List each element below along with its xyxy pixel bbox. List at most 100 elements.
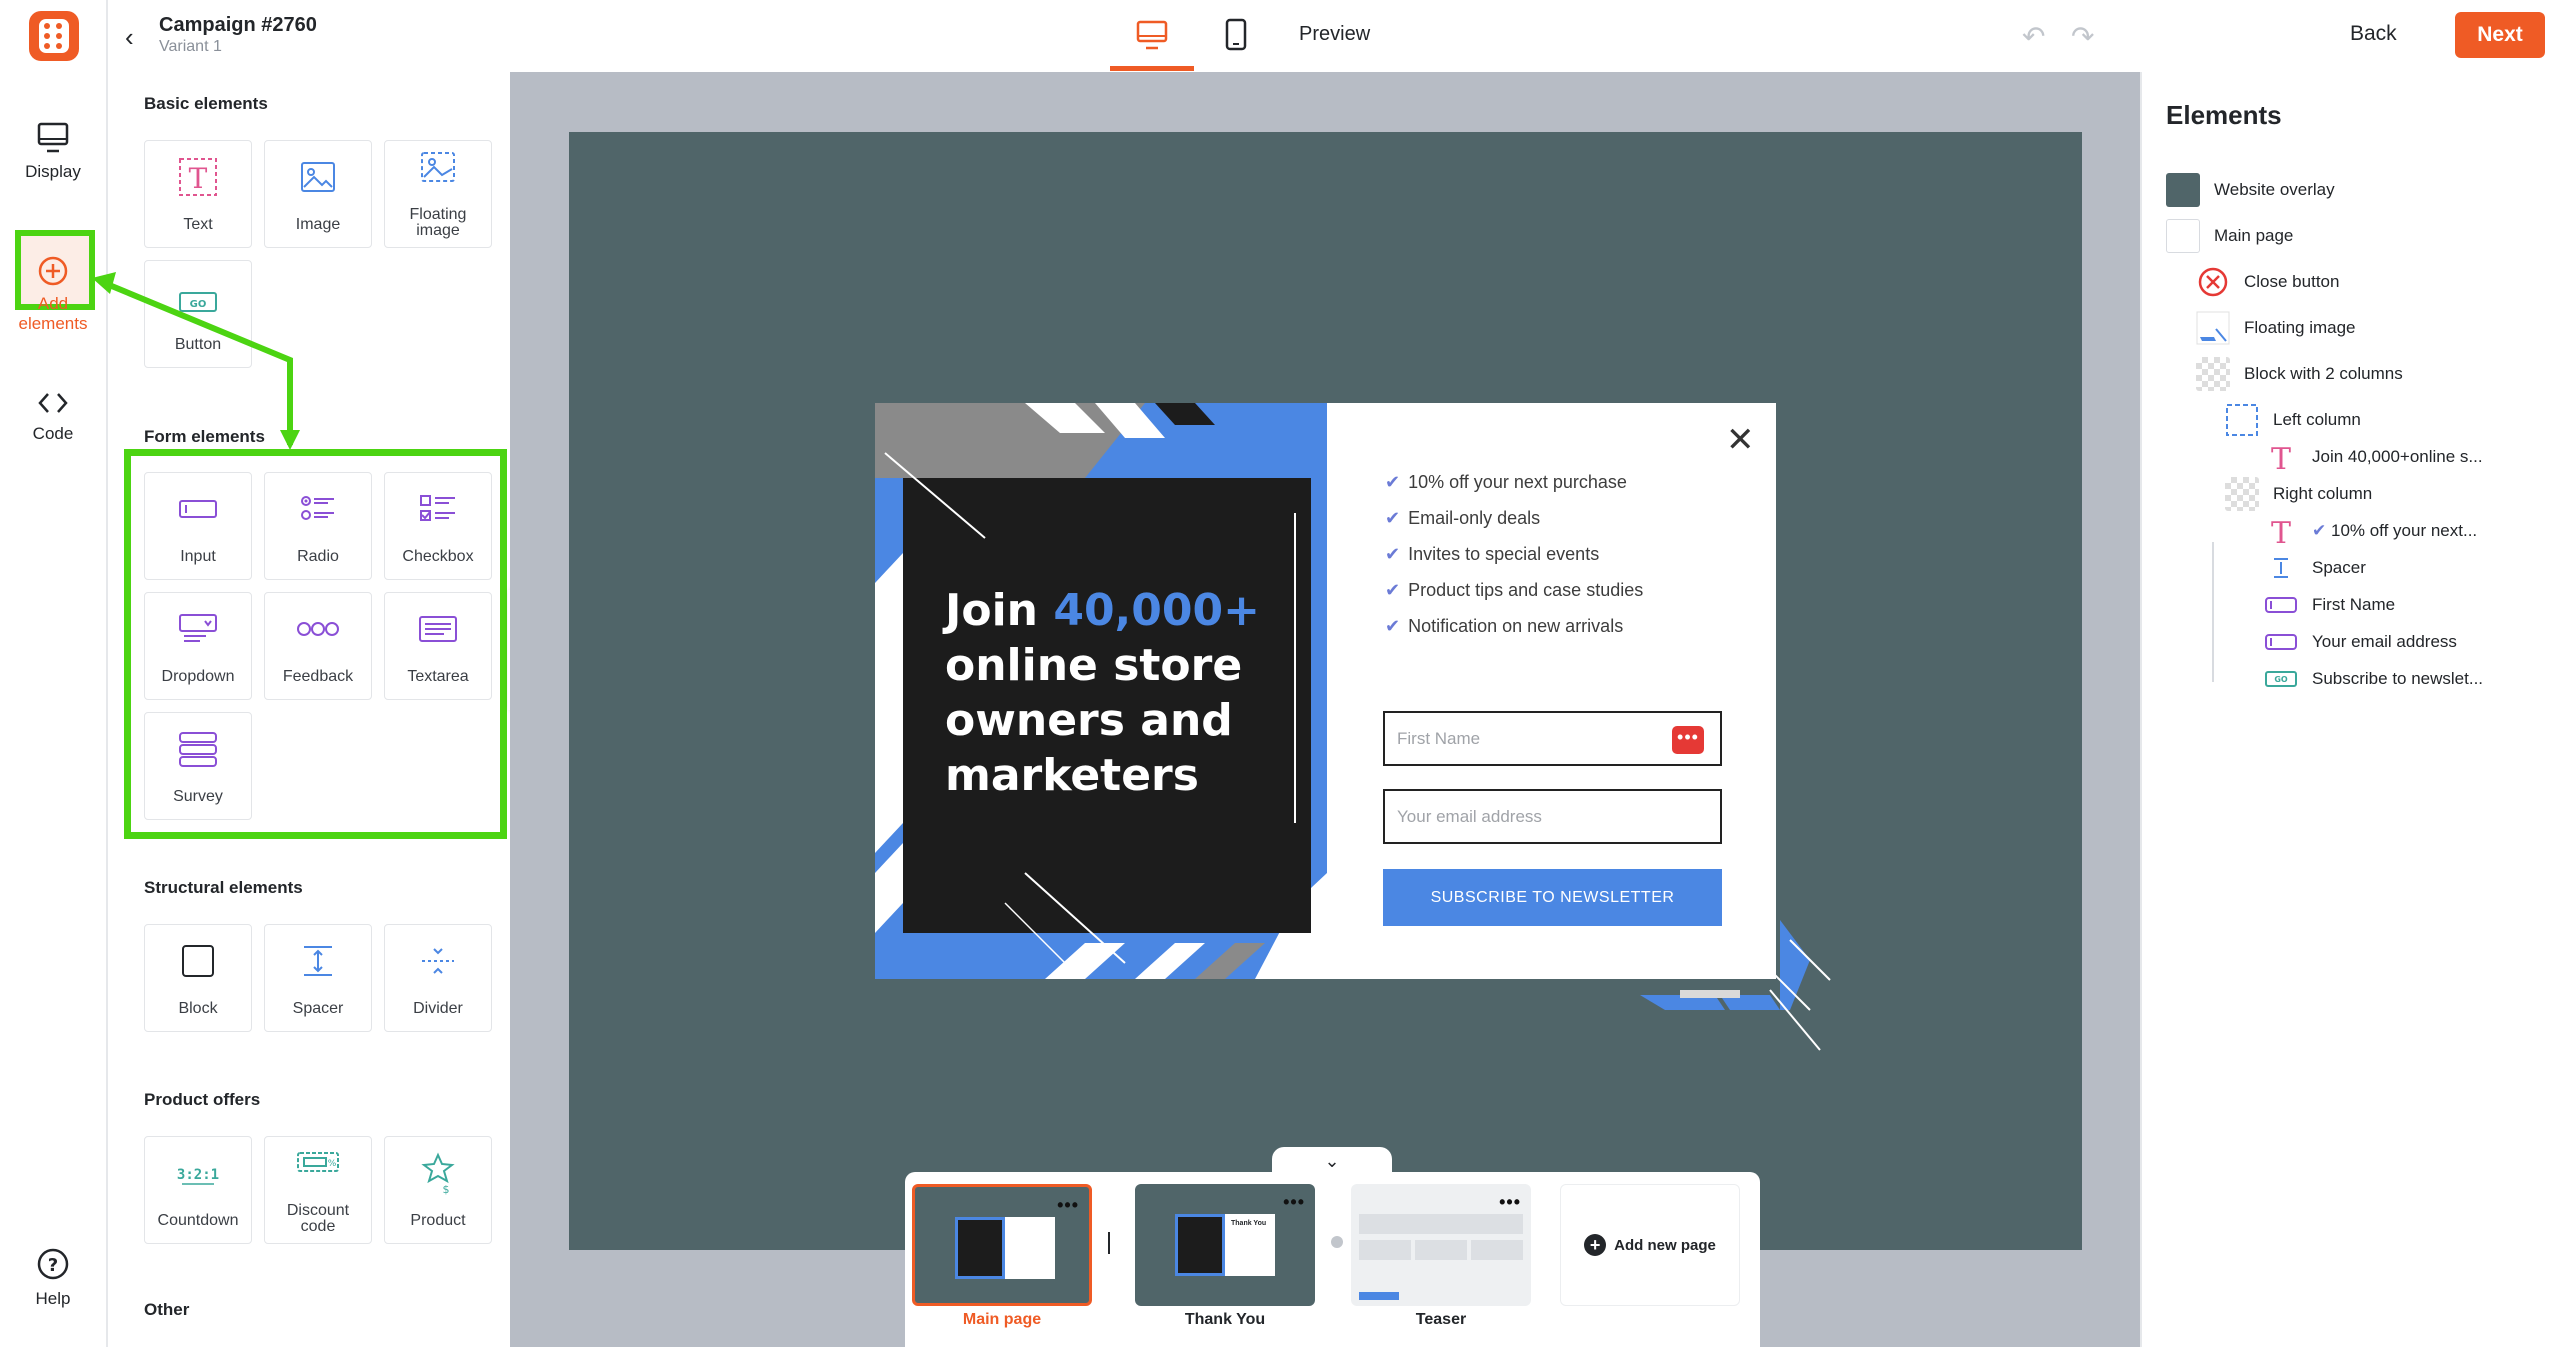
tile-checkbox[interactable]: Checkbox	[384, 472, 492, 580]
more-icon[interactable]: •••	[1057, 1195, 1079, 1216]
layer-email-address[interactable]: Your email address	[2264, 625, 2457, 659]
campaign-title: Campaign #2760	[159, 14, 317, 36]
rail-code-label: Code	[32, 424, 74, 443]
tile-block[interactable]: Block	[144, 924, 252, 1032]
tile-radio-label: Radio	[297, 548, 339, 565]
back-button[interactable]: Back	[2350, 22, 2397, 46]
page-thumb-teaser[interactable]: •••	[1351, 1184, 1531, 1306]
tile-radio[interactable]: Radio	[264, 472, 372, 580]
input-icon	[2265, 597, 2297, 613]
layer-right-column[interactable]: Right column	[2225, 477, 2372, 511]
more-icon[interactable]: •••	[1283, 1192, 1305, 1213]
page-thumb-thank-you[interactable]: Thank You •••	[1135, 1184, 1315, 1306]
teaser-wire-4	[1471, 1240, 1523, 1260]
layer-headline-text[interactable]: T Join 40,000+online s...	[2264, 440, 2483, 474]
pages-toggle[interactable]: ⌄	[1272, 1147, 1392, 1175]
tile-checkbox-label: Checkbox	[402, 548, 474, 565]
svg-text:GO: GO	[2274, 675, 2288, 684]
preview-button[interactable]: Preview	[1299, 23, 1370, 46]
more-icon[interactable]: •••	[1499, 1192, 1521, 1213]
layer-website-overlay[interactable]: Website overlay	[2166, 173, 2335, 207]
floating-image-icon	[421, 152, 455, 182]
section-other: Other	[144, 1300, 190, 1319]
layer-block-2-columns[interactable]: Block with 2 columns	[2196, 357, 2403, 391]
divider-icon	[422, 948, 454, 974]
layer-close-button[interactable]: Close button	[2196, 265, 2339, 299]
image-icon	[301, 162, 335, 192]
plus-icon: +	[1584, 1234, 1607, 1256]
first-name-field[interactable]: First Name •••	[1383, 711, 1722, 766]
close-button[interactable]: ✕	[1726, 423, 1755, 457]
autofill-icon[interactable]: •••	[1672, 726, 1704, 754]
tile-floating-image[interactable]: Floating image	[384, 140, 492, 248]
popup-left-column[interactable]: Join 40,000+ online store owners and mark…	[875, 403, 1327, 979]
tile-block-label: Block	[178, 1000, 218, 1017]
tile-input[interactable]: Input	[144, 472, 252, 580]
tile-divider[interactable]: Divider	[384, 924, 492, 1032]
teaser-tab	[1359, 1292, 1399, 1300]
svg-text:T: T	[2271, 516, 2291, 548]
page-label-teaser[interactable]: Teaser	[1351, 1311, 1531, 1329]
subscribe-button[interactable]: SUBSCRIBE TO NEWSLETTER	[1383, 869, 1722, 926]
back-chevron-icon[interactable]: ‹	[125, 22, 134, 53]
page-thumb-main[interactable]: •••	[912, 1184, 1092, 1306]
teaser-wire-3	[1415, 1240, 1467, 1260]
tile-discount-code[interactable]: % Discount code	[264, 1136, 372, 1244]
tile-input-label: Input	[180, 548, 216, 565]
check-icon: ✔	[1385, 508, 1401, 528]
tile-text-label: Text	[183, 216, 213, 233]
layer-spacer[interactable]: Spacer	[2264, 551, 2366, 585]
radio-icon	[301, 496, 334, 520]
layer-first-name[interactable]: First Name	[2264, 588, 2395, 622]
email-field[interactable]: Your email address	[1383, 789, 1722, 844]
redo-icon[interactable]: ↷	[2071, 20, 2094, 53]
spacer-icon	[2274, 558, 2288, 578]
benefit-item: ✔ Email-only deals	[1385, 508, 1541, 528]
layer-main-page[interactable]: Main page	[2166, 219, 2293, 253]
layer-subscribe-button[interactable]: GO Subscribe to newslet...	[2264, 662, 2483, 696]
layers-title: Elements	[2166, 100, 2282, 130]
section-structural-elements: Structural elements	[144, 878, 303, 897]
tile-image[interactable]: Image	[264, 140, 372, 248]
page-label-main[interactable]: Main page	[912, 1311, 1092, 1329]
tile-text[interactable]: T Text	[144, 140, 252, 248]
tile-textarea[interactable]: Textarea	[384, 592, 492, 700]
app-logo[interactable]	[29, 11, 79, 61]
layer-benefits-text[interactable]: T ✔ 10% off your next...	[2264, 514, 2477, 548]
popup-headline[interactable]: Join 40,000+ online store owners and mark…	[945, 583, 1305, 803]
popup-main[interactable]: Join 40,000+ online store owners and mark…	[875, 403, 1776, 979]
feedback-icon	[297, 622, 339, 636]
guide-arrow	[92, 272, 300, 450]
layer-floating-image[interactable]: Floating image	[2196, 311, 2356, 345]
mobile-device-icon[interactable]	[1224, 18, 1248, 52]
tile-dropdown[interactable]: Dropdown	[144, 592, 252, 700]
page-label-thank-you[interactable]: Thank You	[1135, 1311, 1315, 1329]
teaser-wire-1	[1359, 1214, 1523, 1234]
tile-countdown[interactable]: 3:2:1 Countdown	[144, 1136, 252, 1244]
add-new-page-button[interactable]: + Add new page	[1560, 1184, 1740, 1306]
undo-icon[interactable]: ↶	[2022, 20, 2045, 53]
section-product-offers: Product offers	[144, 1090, 261, 1109]
tile-divider-label: Divider	[413, 1000, 463, 1017]
popup-benefits-list[interactable]: ✔ 10% off your next purchase ✔ Email-only …	[1385, 464, 1643, 644]
section-basic-elements: Basic elements	[144, 94, 268, 113]
countdown-icon: 3:2:1	[177, 1167, 219, 1185]
layer-left-column[interactable]: Left column	[2225, 403, 2361, 437]
tile-spacer[interactable]: Spacer	[264, 924, 372, 1032]
text-icon: T	[179, 158, 217, 196]
rail-display[interactable]: Display	[0, 122, 106, 182]
tree-connector	[2212, 542, 2214, 682]
next-button[interactable]: Next	[2455, 12, 2545, 58]
tile-survey[interactable]: Survey	[144, 712, 252, 820]
plus-circle-icon	[38, 256, 68, 286]
rail-help[interactable]: ? Help	[0, 1247, 106, 1309]
tile-feedback[interactable]: Feedback	[264, 592, 372, 700]
svg-text:3:2:1: 3:2:1	[177, 1167, 219, 1183]
desktop-device-icon[interactable]	[1136, 20, 1170, 52]
tile-product[interactable]: $ Product	[384, 1136, 492, 1244]
chevron-down-icon: ⌄	[1324, 1151, 1340, 1171]
check-icon: ✔	[1385, 580, 1401, 600]
input-icon	[179, 500, 217, 518]
right-column-swatch	[2225, 477, 2259, 511]
block-swatch	[2196, 357, 2230, 391]
